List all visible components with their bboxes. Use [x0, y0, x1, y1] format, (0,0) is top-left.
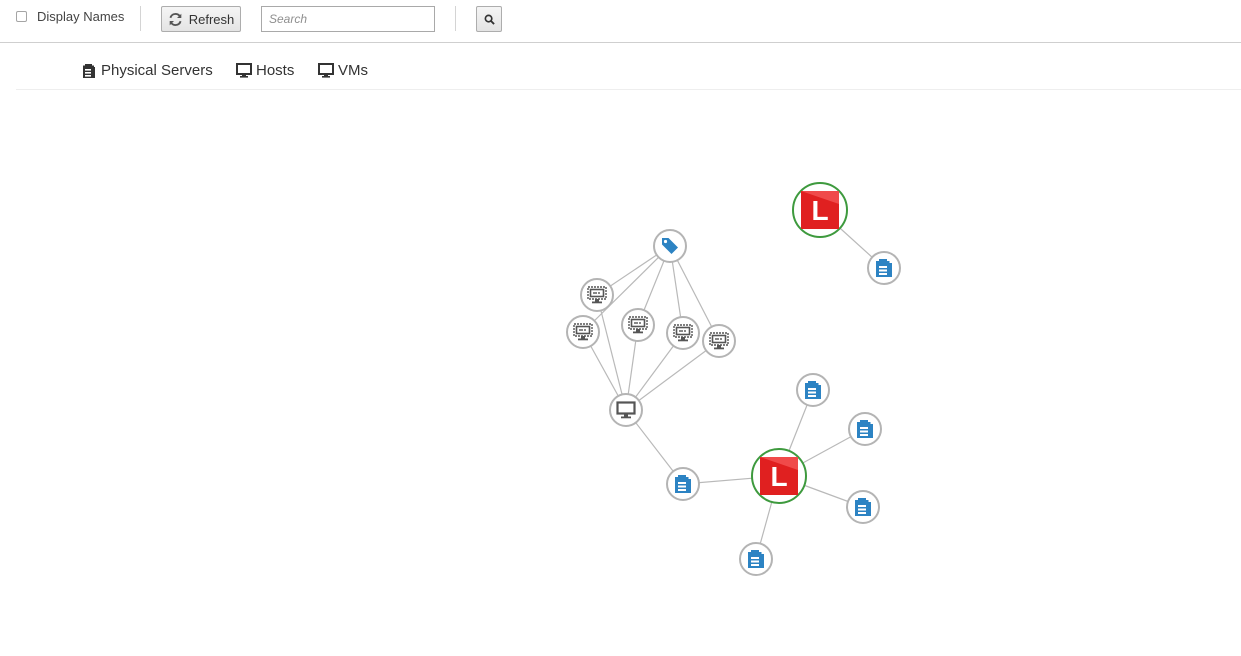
- physical-server-node[interactable]: [796, 373, 830, 407]
- vm-node[interactable]: [666, 316, 700, 350]
- graph-edge: [625, 340, 720, 411]
- vm-node[interactable]: [621, 308, 655, 342]
- provider-logo-icon: L: [801, 191, 839, 229]
- topology-graph: LL: [566, 182, 901, 576]
- physical-server-node[interactable]: [739, 542, 773, 576]
- provider-letter: L: [770, 461, 787, 492]
- provider-node[interactable]: L: [792, 182, 848, 238]
- graph-nodes: LL: [566, 182, 901, 576]
- physical-server-node[interactable]: [666, 467, 700, 501]
- vm-node[interactable]: [580, 278, 614, 312]
- physical-server-node[interactable]: [848, 412, 882, 446]
- provider-node[interactable]: L: [751, 448, 807, 504]
- graph-edges: [582, 209, 885, 560]
- physical-server-node[interactable]: [867, 251, 901, 285]
- vm-node[interactable]: [566, 315, 600, 349]
- host-node[interactable]: [609, 393, 643, 427]
- tag-node[interactable]: [653, 229, 687, 263]
- graph-edge: [596, 294, 627, 411]
- provider-letter: L: [811, 195, 828, 226]
- physical-server-node[interactable]: [846, 490, 880, 524]
- vm-node[interactable]: [702, 324, 736, 358]
- provider-logo-icon: L: [760, 457, 798, 495]
